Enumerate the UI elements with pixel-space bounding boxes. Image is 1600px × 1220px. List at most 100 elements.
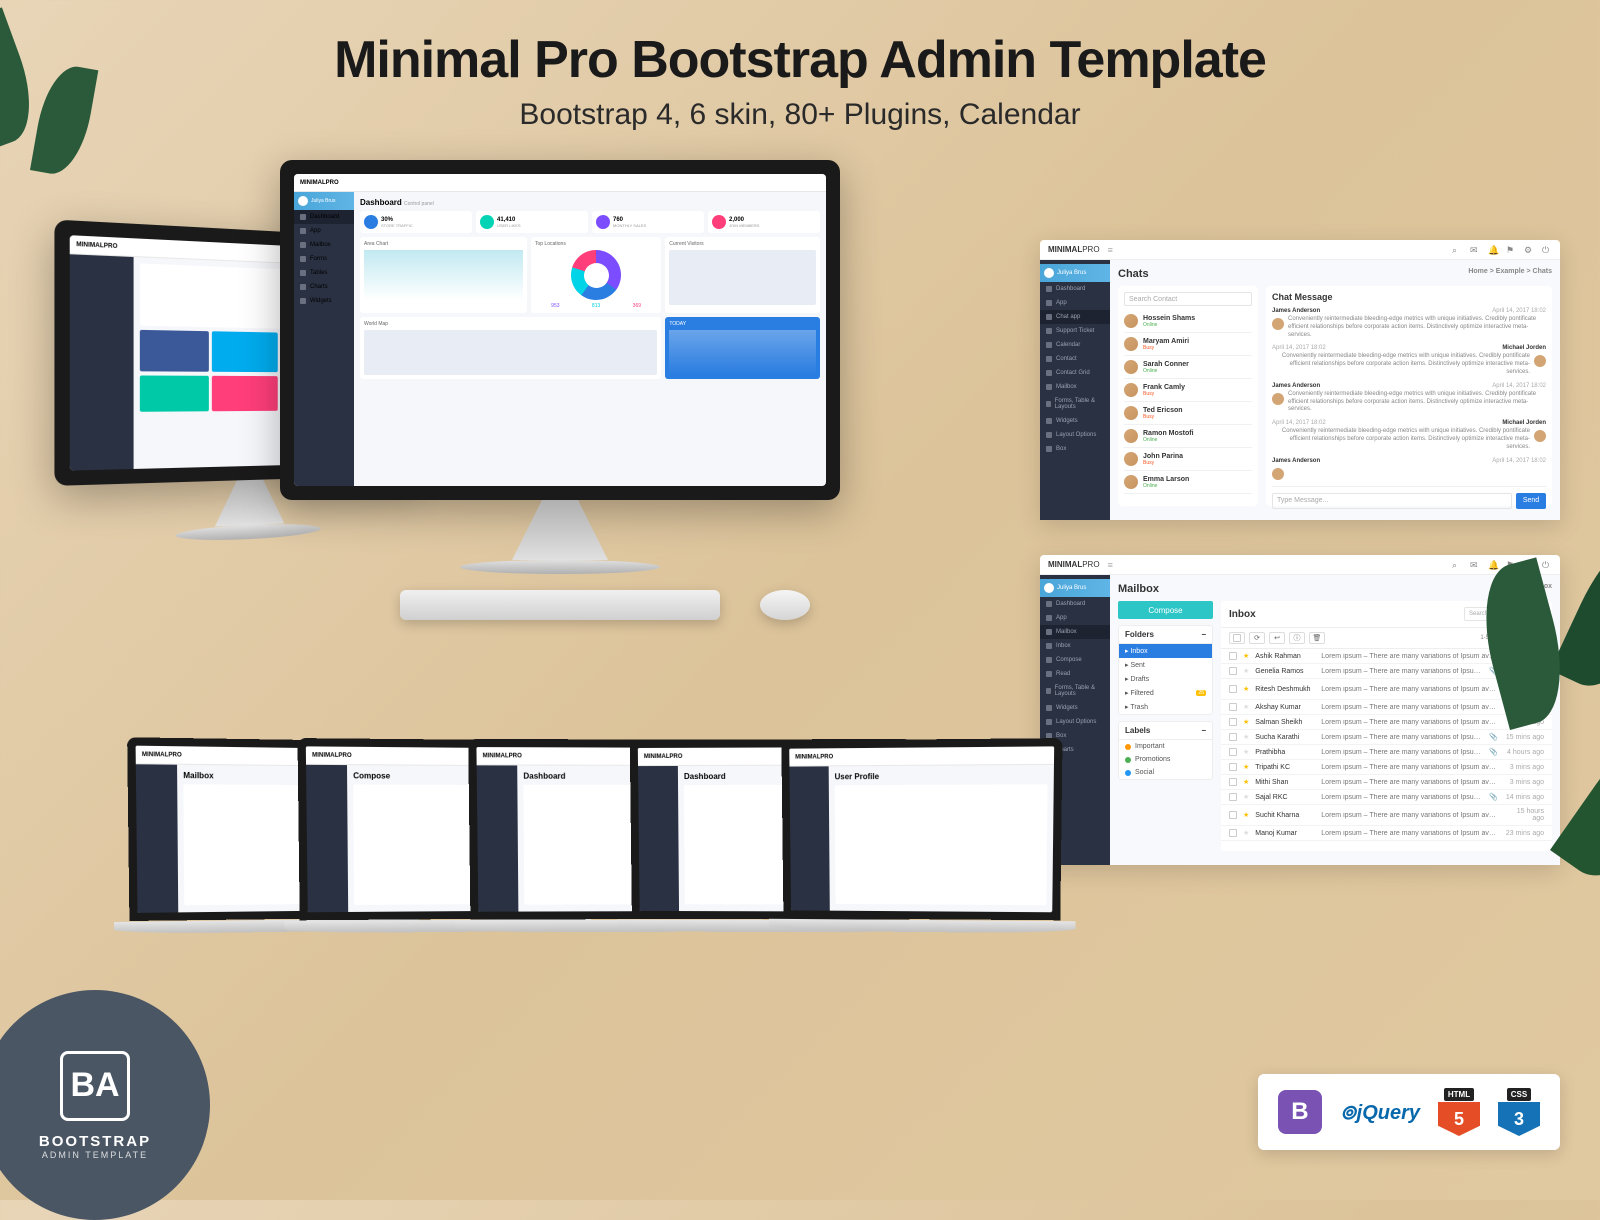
compose-button[interactable]: Compose xyxy=(1118,601,1213,619)
select-all-checkbox[interactable] xyxy=(1229,632,1245,644)
star-icon[interactable]: ★ xyxy=(1243,748,1249,756)
label-item[interactable]: Promotions xyxy=(1119,753,1212,766)
reply-button[interactable]: ↩ xyxy=(1269,632,1285,644)
collapse-icon[interactable]: − xyxy=(1201,726,1206,735)
sidebar-item[interactable]: Widgets xyxy=(1040,701,1110,715)
sidebar-user[interactable]: Juliya Brus xyxy=(1040,579,1110,597)
sidebar-item[interactable]: Tables xyxy=(294,266,354,280)
mail-icon[interactable]: ✉ xyxy=(1470,245,1480,255)
sidebar-item[interactable]: Dashboard xyxy=(1040,597,1110,611)
sidebar-item[interactable]: Forms, Table & Layouts xyxy=(1040,394,1110,414)
sidebar-item[interactable]: Inbox xyxy=(1040,639,1110,653)
sidebar-item[interactable]: Read xyxy=(1040,667,1110,681)
collapse-icon[interactable]: − xyxy=(1201,630,1206,639)
search-input[interactable]: Search Contact xyxy=(1124,292,1252,306)
contact-item[interactable]: Hossein ShamsOnline xyxy=(1124,310,1252,333)
folder-item[interactable]: ▸ Filtered25 xyxy=(1119,686,1212,700)
sidebar-item[interactable]: Support Ticket xyxy=(1040,324,1110,338)
star-icon[interactable]: ★ xyxy=(1243,778,1249,786)
email-checkbox[interactable] xyxy=(1229,733,1237,741)
contact-item[interactable]: Sarah ConnerOnline xyxy=(1124,356,1252,379)
contact-item[interactable]: John ParinaBusy xyxy=(1124,448,1252,471)
star-icon[interactable]: ★ xyxy=(1243,652,1249,660)
sidebar-item[interactable]: Chat app xyxy=(1040,310,1110,324)
sidebar-item[interactable]: Calendar xyxy=(1040,338,1110,352)
contact-item[interactable]: Maryam AmiriBusy xyxy=(1124,333,1252,356)
refresh-button[interactable]: ⟳ xyxy=(1249,632,1265,644)
sidebar-item[interactable]: Charts xyxy=(294,280,354,294)
gear-icon[interactable]: ⚙ xyxy=(1524,245,1534,255)
avatar xyxy=(1124,429,1138,443)
sidebar-item[interactable]: Mailbox xyxy=(1040,380,1110,394)
sidebar-item[interactable]: App xyxy=(1040,611,1110,625)
contact-item[interactable]: Frank CamlyBusy xyxy=(1124,379,1252,402)
plant-decoration-right xyxy=(1420,470,1600,870)
folder-item[interactable]: ▸ Sent xyxy=(1119,658,1212,672)
star-icon[interactable]: ★ xyxy=(1243,811,1249,819)
sidebar-item[interactable]: App xyxy=(294,224,354,238)
stat-card: 2,000JOIN MEMBERS xyxy=(708,211,820,233)
star-icon[interactable]: ★ xyxy=(1243,733,1249,741)
sidebar-item[interactable]: Widgets xyxy=(294,294,354,308)
folder-item[interactable]: ▸ Drafts xyxy=(1119,672,1212,686)
email-checkbox[interactable] xyxy=(1229,685,1237,693)
label-item[interactable]: Social xyxy=(1119,766,1212,779)
search-icon[interactable]: ⌕ xyxy=(1452,245,1462,255)
avatar xyxy=(1272,393,1284,405)
sidebar-item[interactable]: Contact Grid xyxy=(1040,366,1110,380)
email-checkbox[interactable] xyxy=(1229,748,1237,756)
folder-item[interactable]: ▸ Inbox xyxy=(1119,644,1212,658)
email-checkbox[interactable] xyxy=(1229,763,1237,771)
star-icon[interactable]: ★ xyxy=(1243,793,1249,801)
sidebar-item[interactable]: Mailbox xyxy=(294,238,354,252)
email-checkbox[interactable] xyxy=(1229,811,1237,819)
email-checkbox[interactable] xyxy=(1229,778,1237,786)
contact-item[interactable]: Ted EricsonBusy xyxy=(1124,402,1252,425)
sidebar-item[interactable]: Contact xyxy=(1040,352,1110,366)
app-logo: MINIMALPRO xyxy=(300,180,339,186)
email-checkbox[interactable] xyxy=(1229,703,1237,711)
sidebar-item[interactable]: Compose xyxy=(1040,653,1110,667)
email-checkbox[interactable] xyxy=(1229,718,1237,726)
contact-item[interactable]: Ramon MostofiOnline xyxy=(1124,425,1252,448)
star-icon[interactable]: ★ xyxy=(1243,667,1249,675)
sidebar-item[interactable]: Box xyxy=(1040,442,1110,456)
info-button[interactable]: ⓘ xyxy=(1289,632,1305,644)
sidebar-user[interactable]: Juliya Brus xyxy=(1040,264,1110,282)
star-icon[interactable]: ★ xyxy=(1243,685,1249,693)
email-checkbox[interactable] xyxy=(1229,667,1237,675)
sidebar-item[interactable]: Dashboard xyxy=(294,210,354,224)
star-icon[interactable]: ★ xyxy=(1243,718,1249,726)
sidebar-item[interactable]: Forms, Table & Layouts xyxy=(1040,681,1110,701)
avatar xyxy=(1534,430,1546,442)
avatar xyxy=(1124,406,1138,420)
page-title: Minimal Pro Bootstrap Admin Template xyxy=(0,30,1600,90)
sidebar-item[interactable]: Dashboard xyxy=(1040,282,1110,296)
sidebar-item[interactable]: Layout Options xyxy=(1040,715,1110,729)
flag-icon[interactable]: ⚑ xyxy=(1506,245,1516,255)
breadcrumb: Home > Example > Chats xyxy=(1468,268,1552,280)
sidebar-item[interactable]: Layout Options xyxy=(1040,428,1110,442)
html5-badge: HTML 5 xyxy=(1438,1088,1480,1136)
sidebar-item[interactable]: Mailbox xyxy=(1040,625,1110,639)
menu-icon[interactable]: ≡ xyxy=(1108,560,1113,570)
sidebar-item[interactable]: App xyxy=(1040,296,1110,310)
menu-icon[interactable]: ≡ xyxy=(1108,245,1113,255)
contact-item[interactable]: Emma LarsonOnline xyxy=(1124,471,1252,494)
star-icon[interactable]: ★ xyxy=(1243,763,1249,771)
email-checkbox[interactable] xyxy=(1229,793,1237,801)
sidebar-item[interactable]: Widgets xyxy=(1040,414,1110,428)
star-icon[interactable]: ★ xyxy=(1243,829,1249,837)
chat-message: Michael JordenApril 14, 2017 18:02Conven… xyxy=(1272,345,1546,376)
laptop-showcase: MINIMALPROMailboxMINIMALPROComposeMINIMA… xyxy=(130,740,1030,1040)
bell-icon[interactable]: 🔔 xyxy=(1488,245,1498,255)
delete-button[interactable]: 🗑 xyxy=(1309,632,1325,644)
email-checkbox[interactable] xyxy=(1229,652,1237,660)
exit-icon[interactable]: ⏻ xyxy=(1542,245,1552,255)
folder-item[interactable]: ▸ Trash xyxy=(1119,700,1212,714)
email-checkbox[interactable] xyxy=(1229,829,1237,837)
avatar xyxy=(1124,360,1138,374)
star-icon[interactable]: ★ xyxy=(1243,703,1249,711)
label-item[interactable]: Important xyxy=(1119,740,1212,753)
sidebar-item[interactable]: Forms xyxy=(294,252,354,266)
